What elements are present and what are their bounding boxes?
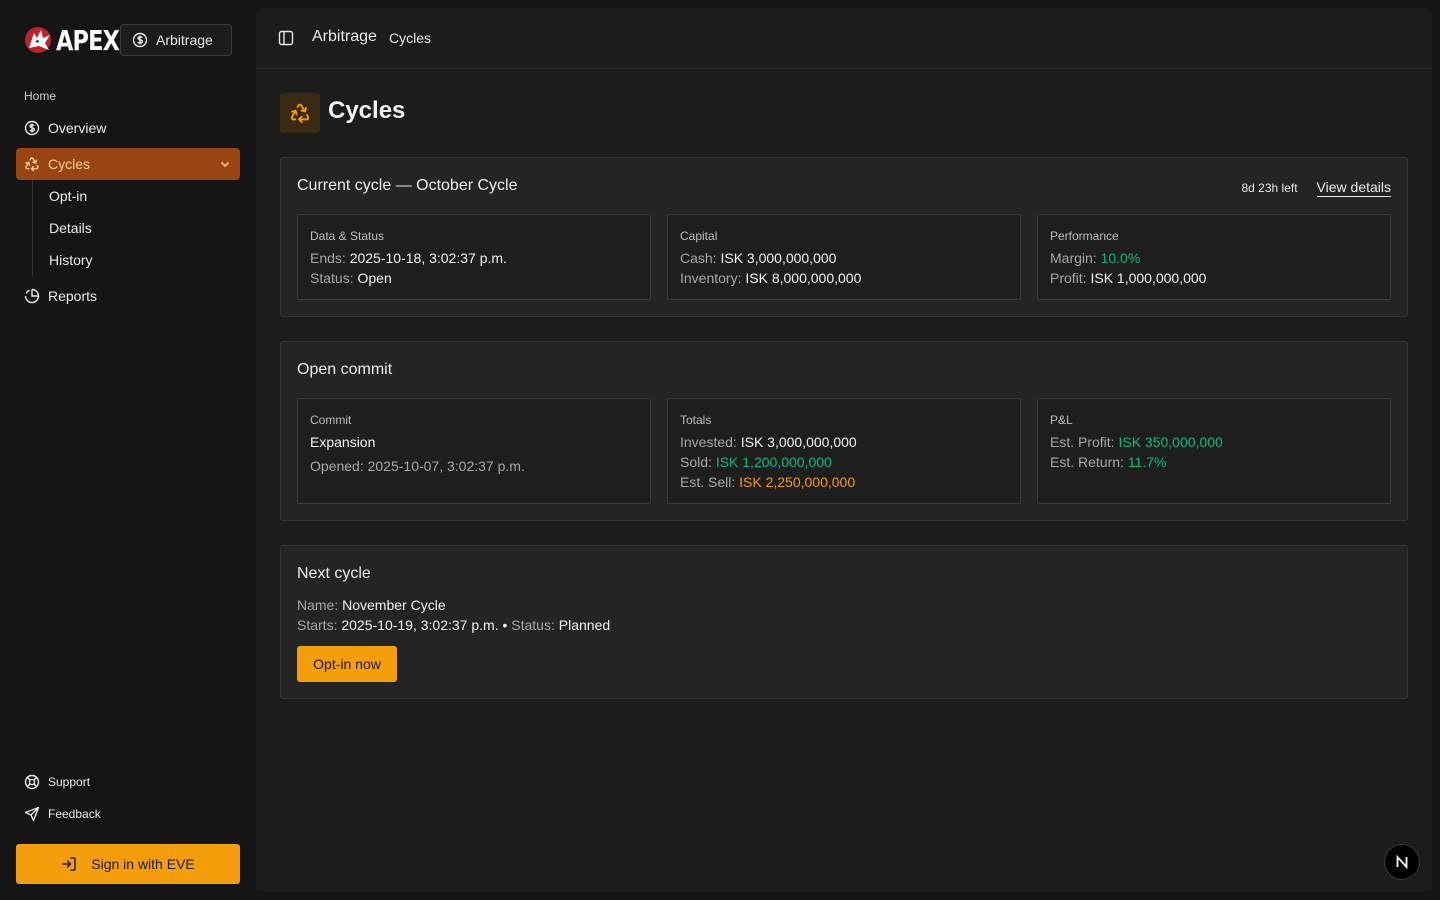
inventory-value: ISK 8,000,000,000 <box>745 270 862 286</box>
invested-value: ISK 3,000,000,000 <box>740 434 857 450</box>
page-icon-badge <box>280 93 320 133</box>
life-buoy-icon <box>24 774 40 790</box>
data-status-box: Data & Status Ends: 2025-10-18, 3:02:37 … <box>297 214 651 300</box>
est-return-value: 11.7% <box>1127 454 1167 470</box>
opened-row: Opened: 2025-10-07, 3:02:37 p.m. <box>310 458 525 474</box>
capital-box: Capital Cash: ISK 3,000,000,000 Inventor… <box>667 214 1021 300</box>
margin-row: Margin: 10.0% <box>1050 250 1141 266</box>
recycle-icon <box>290 103 310 124</box>
sign-in-label: Sign in with EVE <box>91 856 195 872</box>
next-starts-value: 2025-10-19, 3:02:37 p.m. <box>341 617 499 633</box>
workspace-switcher-button[interactable]: Arbitrage <box>120 24 232 56</box>
status-value: Open <box>357 270 392 286</box>
send-icon <box>24 806 40 822</box>
recycle-icon <box>25 157 39 172</box>
n-logo-icon <box>1396 855 1408 869</box>
top-bar: Arbitrage Cycles <box>256 8 1432 69</box>
ends-row: Ends: 2025-10-18, 3:02:37 p.m. <box>310 250 507 266</box>
sold-row: Sold: ISK 1,200,000,000 <box>680 454 832 470</box>
sidebar-subitem-history[interactable]: History <box>49 252 93 268</box>
logo: APEX <box>24 23 135 57</box>
card-title: Current cycle — October Cycle <box>297 177 518 194</box>
cash-value: ISK 3,000,000,000 <box>720 250 837 266</box>
next-starts-row: Starts: 2025-10-19, 3:02:37 p.m. • Statu… <box>297 617 611 633</box>
breadcrumb-page: Cycles <box>389 30 432 46</box>
sign-in-eve-button[interactable]: Sign in with EVE <box>16 844 240 884</box>
est-profit-row: Est. Profit: ISK 350,000,000 <box>1050 434 1223 450</box>
submenu-divider <box>32 180 33 276</box>
separator-dot: • <box>502 617 508 633</box>
nav-group-label: Home <box>24 89 57 103</box>
card-actions: 8d 23h left View details <box>1241 179 1391 197</box>
box-label: Commit <box>310 413 352 427</box>
support-label: Support <box>48 775 91 789</box>
support-link[interactable]: Support <box>24 774 90 790</box>
current-cycle-card: Current cycle — October Cycle 8d 23h lef… <box>280 157 1408 317</box>
log-in-icon <box>62 857 76 871</box>
workspace-label: Arbitrage <box>156 32 213 48</box>
chevron-down-icon <box>220 161 230 168</box>
est-sell-row: Est. Sell: ISK 2,250,000,000 <box>680 474 856 490</box>
wolf-logo-icon <box>25 27 51 53</box>
totals-box: Totals Invested: ISK 3,000,000,000 Sold:… <box>667 398 1021 504</box>
breadcrumb-section[interactable]: Arbitrage <box>312 28 377 46</box>
sidebar-item-label: Reports <box>48 288 98 304</box>
dollar-circle-icon <box>24 120 40 136</box>
sidebar-item-label: Cycles <box>48 156 91 172</box>
commit-name: Expansion <box>310 434 376 450</box>
sidebar-item-overview[interactable]: Overview <box>16 112 240 144</box>
sidebar-subitem-details[interactable]: Details <box>49 220 92 236</box>
card-title: Open commit <box>297 361 393 378</box>
opened-value: 2025-10-07, 3:02:37 p.m. <box>367 458 525 474</box>
feedback-label: Feedback <box>48 807 101 821</box>
page-title: Cycles <box>328 97 406 124</box>
next-cycle-card: Next cycle Name: November Cycle Starts: … <box>280 545 1408 699</box>
cash-row: Cash: ISK 3,000,000,000 <box>680 250 837 266</box>
next-name-value: November Cycle <box>342 597 446 613</box>
inventory-row: Inventory: ISK 8,000,000,000 <box>680 270 862 286</box>
time-left-text: 8d 23h left <box>1241 181 1298 195</box>
box-label: Capital <box>680 229 718 243</box>
sidebar: APEX Arbitrage Home Overview Cycles Opt-… <box>0 0 256 900</box>
next-dev-indicator-button[interactable] <box>1384 844 1420 880</box>
view-details-link[interactable]: View details <box>1316 179 1391 197</box>
open-commit-card: Open commit Commit Expansion Opened: 202… <box>280 341 1408 521</box>
status-row: Status: Open <box>310 270 392 286</box>
box-label: P&L <box>1050 413 1073 427</box>
next-status-value: Planned <box>558 617 611 633</box>
est-return-row: Est. Return: 11.7% <box>1050 454 1167 470</box>
sidebar-item-reports[interactable]: Reports <box>16 280 240 312</box>
margin-value: 10.0% <box>1100 250 1141 266</box>
opt-in-now-button[interactable]: Opt-in now <box>297 646 397 682</box>
est-sell-value: ISK 2,250,000,000 <box>739 474 856 490</box>
sold-value: ISK 1,200,000,000 <box>715 454 832 470</box>
brand-logo[interactable]: APEX <box>24 23 135 57</box>
box-label: Performance <box>1050 229 1119 243</box>
ends-value: 2025-10-18, 3:02:37 p.m. <box>349 250 507 266</box>
sidebar-toggle-icon[interactable] <box>278 30 294 46</box>
sidebar-item-label: Overview <box>48 120 107 136</box>
est-profit-value: ISK 350,000,000 <box>1118 434 1223 450</box>
main-panel: Arbitrage Cycles Cycles Current cycle — … <box>256 8 1432 892</box>
next-name-row: Name: November Cycle <box>297 597 446 613</box>
pnl-box: P&L Est. Profit: ISK 350,000,000 Est. Re… <box>1037 398 1391 504</box>
pie-chart-icon <box>24 288 40 304</box>
card-title: Next cycle <box>297 565 371 582</box>
box-label: Totals <box>680 413 712 427</box>
invested-row: Invested: ISK 3,000,000,000 <box>680 434 857 450</box>
profit-row: Profit: ISK 1,000,000,000 <box>1050 270 1207 286</box>
dollar-circle-icon <box>132 32 148 48</box>
commit-box: Commit Expansion Opened: 2025-10-07, 3:0… <box>297 398 651 504</box>
box-label: Data & Status <box>310 229 385 243</box>
sidebar-item-cycles[interactable]: Cycles <box>16 148 240 180</box>
feedback-link[interactable]: Feedback <box>24 806 101 822</box>
sidebar-subitem-opt-in[interactable]: Opt-in <box>49 188 87 204</box>
profit-value: ISK 1,000,000,000 <box>1090 270 1207 286</box>
performance-box: Performance Margin: 10.0% Profit: ISK 1,… <box>1037 214 1391 300</box>
logo-text: APEX <box>56 23 120 57</box>
